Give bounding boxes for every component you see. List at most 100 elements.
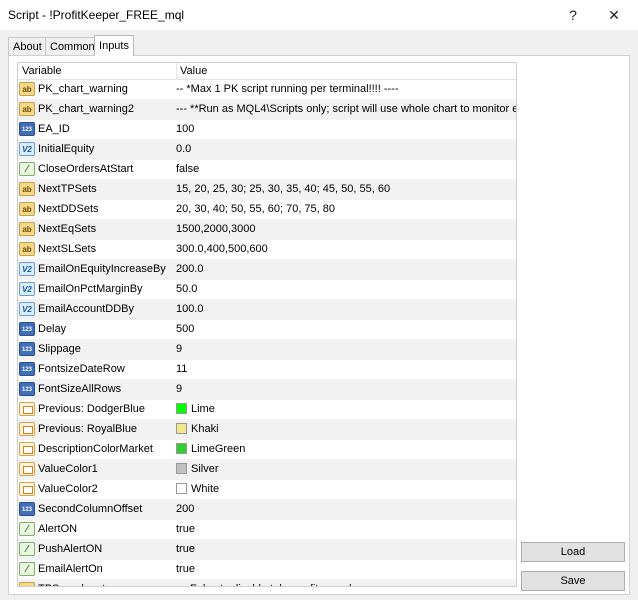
variable-value[interactable]: 50.0: [176, 280, 197, 299]
table-row[interactable]: ⁄ CloseOrdersAtStart false: [18, 160, 516, 180]
variable-value[interactable]: 200: [176, 500, 194, 519]
table-row[interactable]: V2 EmailOnPctMarginBy 50.0: [18, 280, 516, 300]
close-button[interactable]: ✕: [601, 4, 627, 26]
integer-type-icon: 123: [19, 502, 35, 516]
table-row[interactable]: ⁄ PushAlertON true: [18, 540, 516, 560]
color-type-icon: [19, 482, 35, 496]
window-title: Script - !ProfitKeeper_FREE_mql: [8, 8, 185, 22]
save-button[interactable]: Save: [521, 571, 625, 591]
variable-name: InitialEquity: [38, 143, 95, 155]
table-row[interactable]: 123 FontSizeAllRows 9: [18, 380, 516, 400]
integer-type-icon: 123: [19, 362, 35, 376]
boolean-type-icon: ⁄: [19, 522, 35, 536]
table-row[interactable]: 123 SecondColumnOffset 200: [18, 500, 516, 520]
string-type-icon: ab: [19, 182, 35, 196]
variable-name: NextSLSets: [38, 243, 97, 255]
table-row[interactable]: 123 Delay 500: [18, 320, 516, 340]
variable-value[interactable]: 300.0,400,500,600: [176, 240, 268, 259]
table-row[interactable]: ab NextSLSets 300.0,400,500,600: [18, 240, 516, 260]
inputs-grid: Variable Value ab PK_chart_warning -- *Max…: [17, 62, 517, 587]
tab-inputs[interactable]: Inputs: [94, 35, 134, 56]
table-row[interactable]: 123 Slippage 9: [18, 340, 516, 360]
variable-name: PK_chart_warning2: [38, 103, 135, 115]
variable-name: Slippage: [38, 343, 81, 355]
variable-value[interactable]: Khaki: [176, 420, 219, 439]
variable-name: EmailOnPctMarginBy: [38, 283, 143, 295]
table-row[interactable]: 123 FontsizeDateRow 11: [18, 360, 516, 380]
variable-name: NextTPSets: [38, 183, 97, 195]
table-row[interactable]: ab NextTPSets 15, 20, 25, 30; 25, 30, 35, …: [18, 180, 516, 200]
double-type-icon: V2: [19, 262, 35, 276]
variable-column-header[interactable]: Variable: [22, 63, 62, 79]
variable-value[interactable]: 20, 30, 40; 50, 55, 60; 70, 75, 80: [176, 200, 335, 219]
table-row[interactable]: DescriptionColorMarket LimeGreen: [18, 440, 516, 460]
variable-value[interactable]: Silver: [176, 460, 219, 479]
table-row[interactable]: Previous: DodgerBlue Lime: [18, 400, 516, 420]
variable-value[interactable]: LimeGreen: [176, 440, 245, 459]
table-row[interactable]: ab PK_chart_warning -- *Max 1 PK script ru…: [18, 80, 516, 100]
variable-value[interactable]: 200.0: [176, 260, 204, 279]
color-name: Lime: [191, 403, 215, 415]
integer-type-icon: 123: [19, 382, 35, 396]
variable-name: FontsizeDateRow: [38, 363, 125, 375]
table-row[interactable]: ValueColor2 White: [18, 480, 516, 500]
variable-value[interactable]: 100: [176, 120, 194, 139]
color-type-icon: [19, 442, 35, 456]
string-type-icon: ab: [19, 102, 35, 116]
color-type-icon: [19, 422, 35, 436]
boolean-type-icon: ⁄: [19, 562, 35, 576]
color-swatch: [176, 463, 187, 474]
variable-value[interactable]: 500: [176, 320, 194, 339]
table-row[interactable]: Previous: RoyalBlue Khaki: [18, 420, 516, 440]
variable-name: NextDDSets: [38, 203, 99, 215]
variable-value[interactable]: White: [176, 480, 219, 499]
double-type-icon: V2: [19, 142, 35, 156]
table-row[interactable]: ⁄ EmailAlertOn true: [18, 560, 516, 580]
variable-name: EA_ID: [38, 123, 70, 135]
table-row[interactable]: ab NextDDSets 20, 30, 40; 50, 55, 60; 70, …: [18, 200, 516, 220]
value-column-header[interactable]: Value: [176, 63, 207, 79]
table-row[interactable]: ab NextEqSets 1500,2000,3000: [18, 220, 516, 240]
variable-name: ValueColor1: [38, 463, 98, 475]
table-row[interactable]: ⁄ AlertON true: [18, 520, 516, 540]
color-type-icon: [19, 402, 35, 416]
variable-name: Previous: RoyalBlue: [38, 423, 138, 435]
title-bar: Script - !ProfitKeeper_FREE_mql ? ✕: [0, 0, 638, 30]
color-swatch: [176, 423, 187, 434]
variable-name: EmailAlertOn: [38, 563, 103, 575]
variable-value[interactable]: true: [176, 560, 195, 579]
tab-common[interactable]: Common: [45, 37, 95, 55]
color-swatch: [176, 483, 187, 494]
color-type-icon: [19, 462, 35, 476]
variable-value[interactable]: --- False to disable take profit sound -…: [176, 580, 366, 586]
variable-name: EmailAccountDDBy: [38, 303, 134, 315]
variable-value[interactable]: Lime: [176, 400, 215, 419]
table-row[interactable]: ValueColor1 Silver: [18, 460, 516, 480]
table-row[interactable]: abTPSound_note --- False to disable take …: [18, 580, 516, 586]
load-button[interactable]: Load: [521, 542, 625, 562]
variable-value[interactable]: --- **Run as MQL4\Scripts only; script w…: [176, 100, 516, 119]
tab-about[interactable]: About: [8, 37, 46, 55]
color-name: Khaki: [191, 423, 219, 435]
variable-name: CloseOrdersAtStart: [38, 163, 134, 175]
variable-name: PushAlertON: [38, 543, 103, 555]
integer-type-icon: 123: [19, 122, 35, 136]
variable-value[interactable]: -- *Max 1 PK script running per terminal…: [176, 80, 399, 99]
table-row[interactable]: 123 EA_ID 100: [18, 120, 516, 140]
variable-value[interactable]: 100.0: [176, 300, 204, 319]
variable-value[interactable]: 9: [176, 340, 182, 359]
table-row[interactable]: V2 InitialEquity 0.0: [18, 140, 516, 160]
variable-value[interactable]: 15, 20, 25, 30; 25, 30, 35, 40; 45, 50, …: [176, 180, 390, 199]
grid-rows: ab PK_chart_warning -- *Max 1 PK script ru…: [18, 80, 516, 586]
variable-value[interactable]: 9: [176, 380, 182, 399]
variable-value[interactable]: false: [176, 160, 199, 179]
variable-value[interactable]: true: [176, 540, 195, 559]
table-row[interactable]: V2 EmailAccountDDBy 100.0: [18, 300, 516, 320]
variable-value[interactable]: 1500,2000,3000: [176, 220, 256, 239]
variable-value[interactable]: true: [176, 520, 195, 539]
variable-value[interactable]: 0.0: [176, 140, 191, 159]
table-row[interactable]: V2 EmailOnEquityIncreaseBy 200.0: [18, 260, 516, 280]
table-row[interactable]: ab PK_chart_warning2 --- **Run as MQL4\Scr…: [18, 100, 516, 120]
variable-value[interactable]: 11: [176, 360, 187, 379]
help-button[interactable]: ?: [560, 4, 586, 26]
